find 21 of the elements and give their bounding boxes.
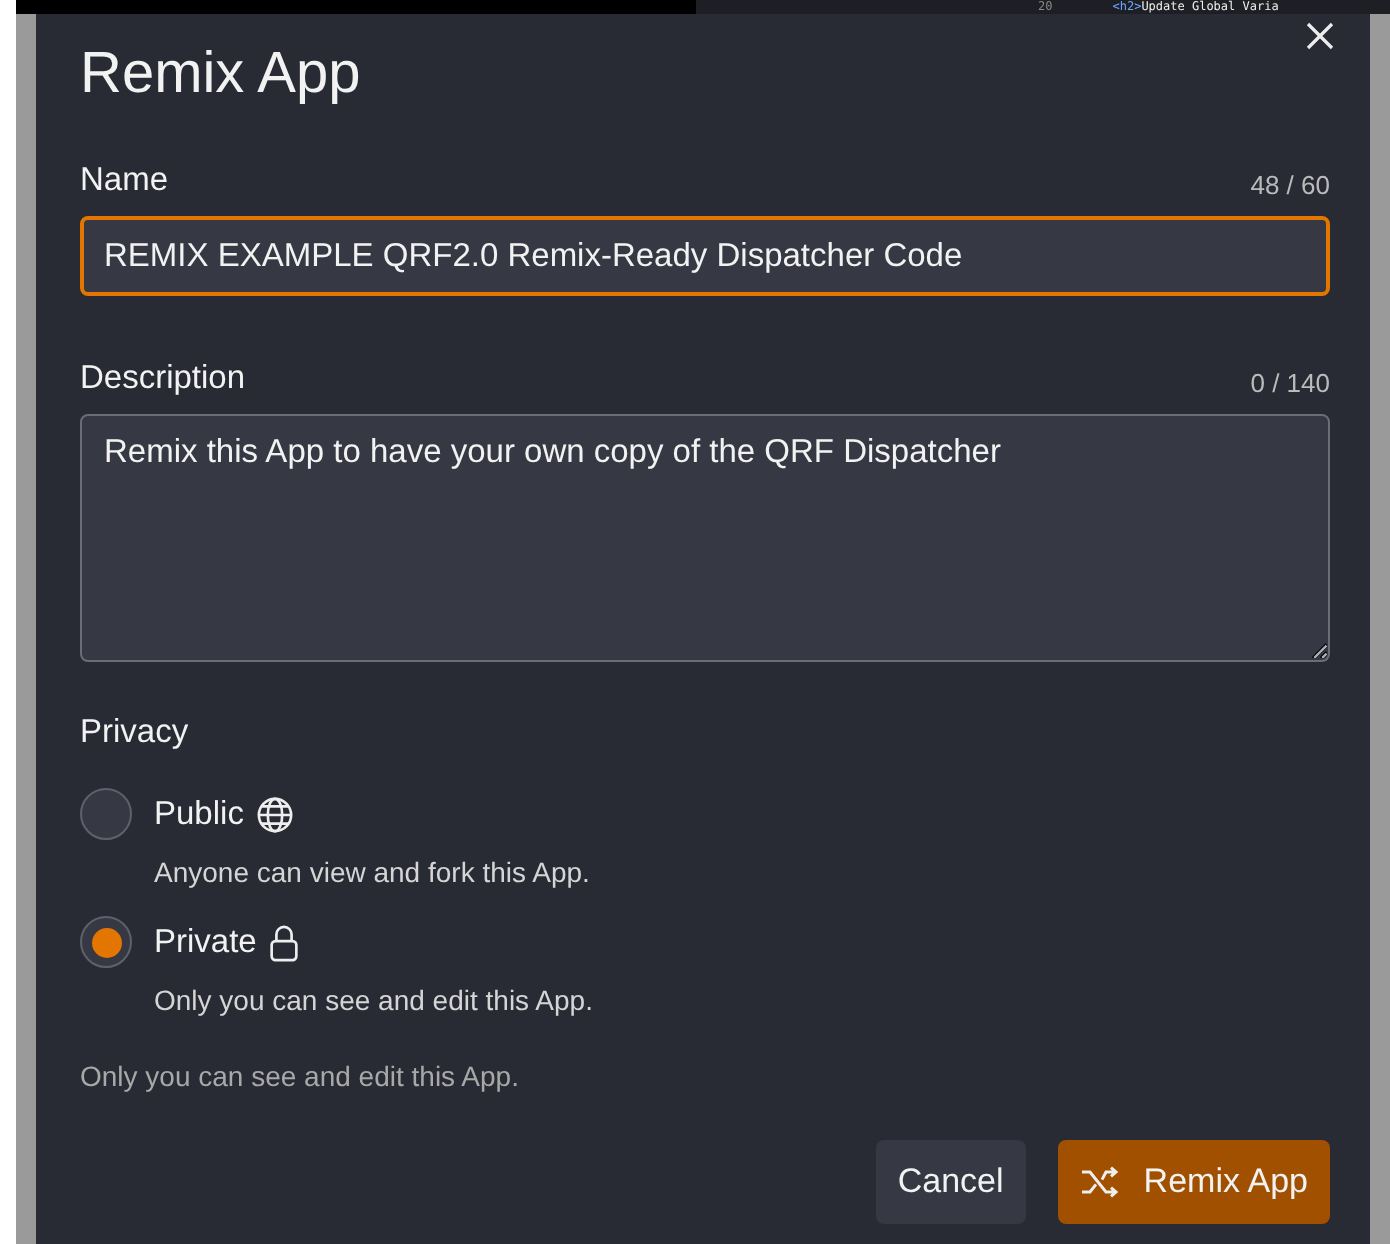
name-input[interactable]: REMIX EXAMPLE QRF2.0 Remix-Ready Dispatcher Code [80,216,1330,296]
privacy-note: Only you can see and edit this App. [80,1060,521,1092]
section-label: Privacy [80,714,191,752]
character-counter: 48 / 60 [1250,170,1330,200]
remix-button[interactable]: Remix App [1057,1140,1330,1224]
shuffle-icon [1079,1166,1120,1198]
cancel-button[interactable]: Cancel [875,1140,1026,1224]
character-counter: 0 / 140 [1250,368,1330,398]
option-description: Anyone can view and fork this App. [154,856,592,888]
field-label: Name [80,162,169,200]
field-label: Description [80,360,246,398]
option-description: Only you can see and edit this App. [154,984,595,1016]
description-textarea[interactable]: Remix this App to have your own copy of the QRF Dispatcher [80,414,1330,662]
globe-icon [255,795,294,833]
close-icon[interactable] [1306,22,1334,50]
radio-button[interactable] [80,788,132,840]
option-label: Public [154,795,244,833]
radio-button[interactable] [80,916,132,968]
option-label: Private [154,923,257,961]
lock-icon [268,923,301,961]
dialog-title: Remix App [80,42,363,106]
